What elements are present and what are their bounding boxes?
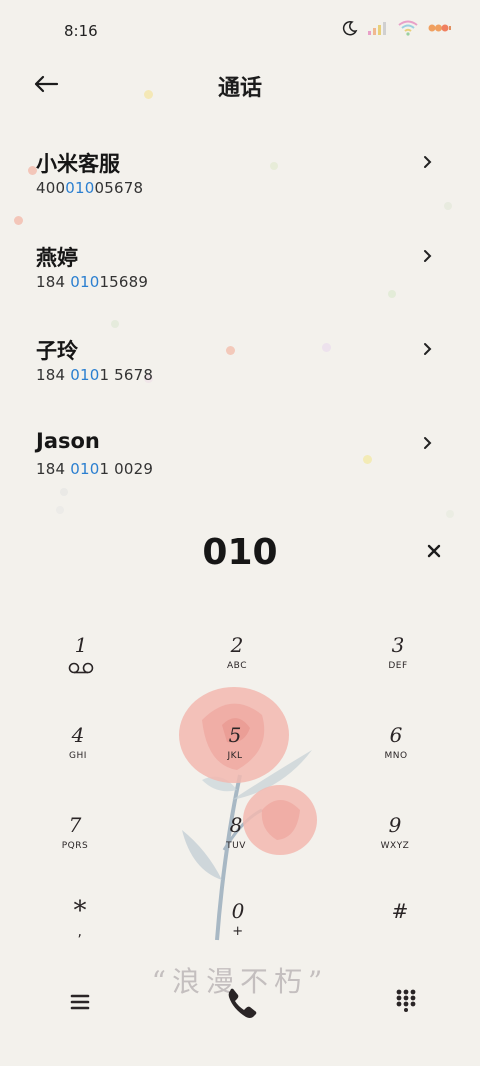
number-match: 010 xyxy=(70,366,100,384)
bottom-bar xyxy=(0,980,480,1040)
key-letters: , xyxy=(77,924,83,940)
dialpad: 1 2 ABC 3 DEF 4 GHI 5 JKL 6 MNO 7 PQRS 8… xyxy=(0,622,480,982)
key-letters: MNO xyxy=(384,751,408,761)
chevron-right-icon xyxy=(424,249,432,262)
contact-item[interactable]: Jason 184 0101 0029 xyxy=(0,409,480,503)
key-digit: * xyxy=(73,896,87,926)
key-2[interactable]: 2 ABC xyxy=(177,632,297,712)
clear-button[interactable] xyxy=(424,541,444,561)
battery-icon xyxy=(428,24,451,32)
key-digit: 3 xyxy=(391,633,405,657)
key-digit: 2 xyxy=(230,633,244,657)
header: 通话 xyxy=(0,62,480,106)
key-letters: PQRS xyxy=(61,841,89,851)
key-1[interactable]: 1 xyxy=(21,632,141,712)
key-letters: JKL xyxy=(227,751,243,761)
number-match: 010 xyxy=(70,272,100,291)
status-bar: 8:16 xyxy=(0,0,480,62)
number-match: 010 xyxy=(70,459,100,478)
contact-name: Jason xyxy=(36,428,100,453)
contact-name: 小米客服 xyxy=(36,152,120,176)
contact-name: 燕婷 xyxy=(36,245,78,270)
menu-icon xyxy=(70,994,90,1010)
key-digit: 5 xyxy=(228,723,242,747)
moon-icon xyxy=(342,20,358,36)
dial-display: 010 xyxy=(0,528,480,584)
contact-number: 184 0101 5678 xyxy=(36,366,153,384)
contact-item[interactable]: 燕婷 184 01015689 xyxy=(0,222,480,316)
contact-item[interactable]: 子玲 184 0101 5678 xyxy=(0,315,480,409)
decorative-dot xyxy=(446,510,454,518)
contact-item[interactable]: 小米客服 40001005678 xyxy=(0,128,480,222)
status-icons xyxy=(342,20,452,36)
dialpad-icon xyxy=(396,989,416,1012)
voicemail-icon xyxy=(68,662,94,674)
dialed-number: 010 xyxy=(202,532,278,573)
key-digit: 4 xyxy=(71,723,85,747)
key-letters: + xyxy=(232,924,244,939)
key-digit: 8 xyxy=(229,813,243,837)
key-digit: 0 xyxy=(231,899,245,923)
contact-list: 小米客服 40001005678 燕婷 184 01015689 子玲 184 … xyxy=(0,128,480,502)
decorative-dot xyxy=(56,506,64,514)
close-icon xyxy=(427,544,441,558)
dialpad-toggle-button[interactable] xyxy=(394,988,418,1012)
key-digit: # xyxy=(391,899,409,923)
wifi-icon xyxy=(398,20,418,36)
contact-number: 184 0101 0029 xyxy=(36,460,153,478)
number-suffix: 05678 xyxy=(94,179,144,197)
number-match: 010 xyxy=(65,179,95,197)
number-prefix: 400 xyxy=(36,179,66,197)
chevron-right-icon xyxy=(424,156,432,168)
contact-name: 子玲 xyxy=(36,339,78,363)
phone-icon xyxy=(228,988,257,1018)
key-letters: WXYZ xyxy=(380,841,410,851)
number-prefix: 184 xyxy=(36,272,71,291)
key-digit: 1 xyxy=(74,633,88,657)
number-prefix: 184 xyxy=(36,459,71,478)
key-letters: ABC xyxy=(227,661,247,671)
key-4[interactable]: 4 GHI xyxy=(18,722,138,802)
key-3[interactable]: 3 DEF xyxy=(338,632,458,712)
page-title: 通话 xyxy=(217,76,262,101)
key-letters: DEF xyxy=(388,661,408,671)
call-button[interactable] xyxy=(222,984,262,1024)
key-8[interactable]: 8 TUV xyxy=(176,812,296,892)
number-suffix: 1 0029 xyxy=(99,459,154,478)
contact-number: 40001005678 xyxy=(36,179,143,197)
key-letters: GHI xyxy=(69,751,87,761)
contact-number: 184 01015689 xyxy=(36,273,148,291)
key-digit: 6 xyxy=(389,723,403,747)
key-digit: 7 xyxy=(68,813,82,837)
status-time: 8:16 xyxy=(64,22,98,40)
key-letters: TUV xyxy=(226,841,246,851)
key-7[interactable]: 7 PQRS xyxy=(15,812,135,892)
chevron-right-icon xyxy=(424,436,432,449)
number-suffix: 15689 xyxy=(99,272,149,291)
number-prefix: 184 xyxy=(36,366,71,384)
chevron-right-icon xyxy=(424,343,432,355)
key-6[interactable]: 6 MNO xyxy=(336,722,456,802)
key-5[interactable]: 5 JKL xyxy=(175,722,295,802)
number-suffix: 1 5678 xyxy=(99,366,154,384)
signal-icon xyxy=(368,22,386,35)
key-9[interactable]: 9 WXYZ xyxy=(335,812,455,892)
menu-button[interactable] xyxy=(66,988,94,1016)
key-digit: 9 xyxy=(388,813,402,837)
